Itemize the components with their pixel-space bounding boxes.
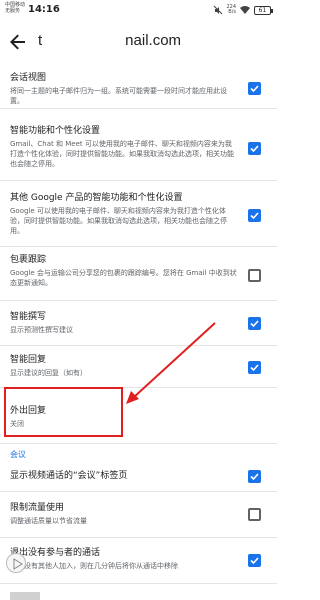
network-speed-unit: B/s	[228, 9, 236, 15]
setting-description: 将同一主题的电子邮件归为一组。系统可能需要一段时间才能应用此设置。	[10, 87, 227, 105]
setting-title: 限制流量使用	[10, 503, 65, 513]
setting-smart-reply[interactable]: 智能回复 显示建议的回复（如有）	[0, 346, 277, 388]
check-icon	[250, 145, 259, 153]
setting-smart-compose[interactable]: 智能撰写 显示预测性撰写建议	[0, 301, 277, 346]
meeting-section-header: 会议	[10, 450, 26, 459]
check-icon	[250, 85, 259, 93]
setting-description: Google 可以使用我的电子邮件、聊天和视频内容来为我打造个性化体验，同时提供…	[10, 207, 227, 235]
account-title-end: nail.com	[125, 32, 182, 49]
setting-title: 其他 Google 产品的智能功能和个性化设置	[10, 193, 183, 203]
play-icon	[13, 558, 23, 570]
annotation-highlight-box	[4, 387, 123, 437]
setting-title: 包裹跟踪	[10, 255, 47, 265]
setting-description: Gmail、Chat 和 Meet 可以使用我的电子邮件、聊天和视频内容来为我打…	[10, 140, 234, 168]
setting-title: 智能回复	[10, 355, 47, 365]
setting-title: 智能撰写	[10, 312, 47, 322]
setting-description: 显示预测性撰写建议	[10, 326, 73, 334]
smart-compose-checkbox[interactable]	[248, 317, 261, 330]
check-icon	[250, 473, 259, 481]
setting-description: 调整通话质量以节省流量	[10, 517, 87, 525]
status-time: 14:16	[28, 4, 60, 15]
setting-description: 如果没有其他人加入，则在几分钟后将你从通话中移除	[10, 562, 178, 570]
setting-meet-tab[interactable]: 显示视频通话的“会议”标签页	[0, 462, 277, 492]
package-tracking-checkbox[interactable]	[248, 269, 261, 282]
mute-icon	[214, 5, 223, 15]
account-title: t nail.com	[38, 32, 181, 49]
battery-indicator: 61	[254, 5, 273, 15]
setting-smart-features[interactable]: 智能功能和个性化设置 Gmail、Chat 和 Meet 可以使用我的电子邮件、…	[0, 109, 277, 181]
setting-conversation-view[interactable]: 会话视图 将同一主题的电子邮件归为一组。系统可能需要一段时间才能应用此设置。	[0, 62, 277, 109]
setting-description: 显示建议的回复（如有）	[10, 369, 87, 377]
status-bar: 中国移动 无服务 14:16 224 B/s 61	[0, 0, 277, 22]
conversation-view-checkbox[interactable]	[248, 82, 261, 95]
setting-package-tracking[interactable]: 包裹跟踪 Google 会与运输公司分享您的包裹的跟踪编号。您将在 Gmail …	[0, 247, 277, 301]
smart-reply-checkbox[interactable]	[248, 361, 261, 374]
google-products-checkbox[interactable]	[248, 209, 261, 222]
check-icon	[250, 557, 259, 565]
carrier-info: 中国移动 无服务	[5, 2, 25, 14]
account-title-start: t	[38, 32, 43, 49]
status-icons: 224 B/s 61	[213, 3, 273, 17]
service-status: 无服务	[5, 8, 21, 14]
check-icon	[250, 212, 259, 220]
check-icon	[250, 320, 259, 328]
smart-features-checkbox[interactable]	[248, 142, 261, 155]
setting-google-products-personalization[interactable]: 其他 Google 产品的智能功能和个性化设置 Google 可以使用我的电子邮…	[0, 181, 277, 247]
floating-assistant-button[interactable]	[6, 553, 26, 573]
setting-description: Google 会与运输公司分享您的包裹的跟踪编号。您将在 Gmail 中收到状态…	[10, 269, 237, 287]
setting-limit-data-usage[interactable]: 限制流量使用 调整通话质量以节省流量	[0, 492, 277, 538]
app-bar: t nail.com	[0, 22, 277, 62]
next-setting-partial	[10, 592, 40, 600]
limit-data-usage-checkbox[interactable]	[248, 508, 261, 521]
leave-empty-calls-checkbox[interactable]	[248, 554, 261, 567]
setting-title: 智能功能和个性化设置	[10, 126, 101, 136]
setting-leave-empty-calls[interactable]: 退出没有参与者的通话 如果没有其他人加入，则在几分钟后将你从通话中移除	[0, 538, 277, 584]
check-icon	[250, 364, 259, 372]
meet-tab-checkbox[interactable]	[248, 470, 261, 483]
back-arrow-icon[interactable]	[6, 30, 30, 54]
setting-title: 显示视频通话的“会议”标签页	[10, 471, 128, 481]
wifi-icon	[240, 6, 250, 14]
setting-title: 会话视图	[10, 73, 47, 83]
network-speed: 224 B/s	[226, 5, 236, 15]
